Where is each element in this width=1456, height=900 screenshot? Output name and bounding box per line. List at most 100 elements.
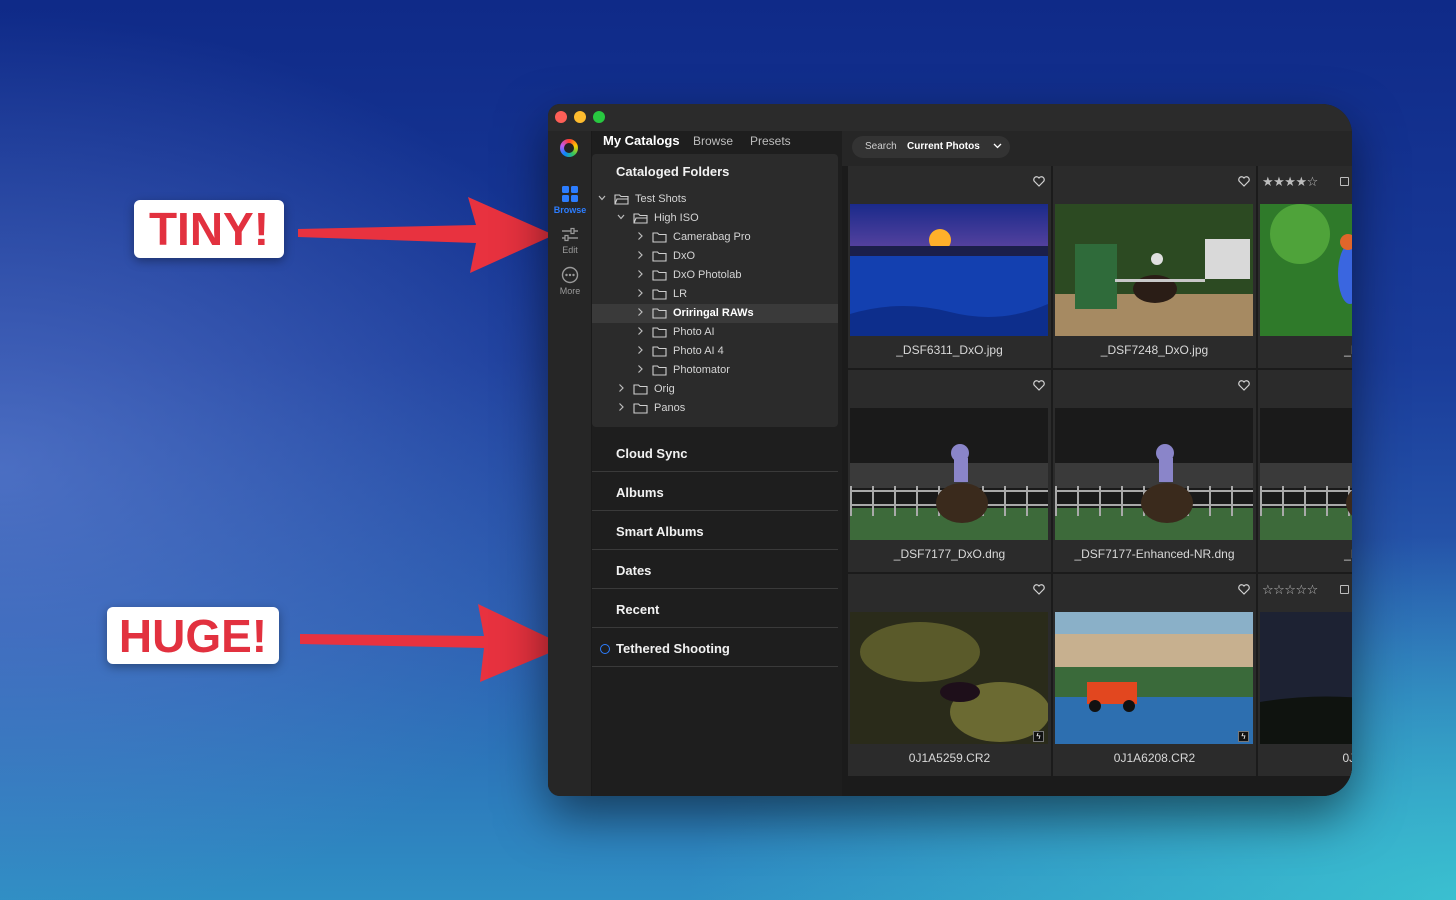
app-window: Browse Edit More My Catalogs Browse Pres… xyxy=(548,104,1352,796)
rail-browse-button[interactable]: Browse xyxy=(548,185,592,215)
star-rating[interactable]: ★★★★☆ xyxy=(1262,174,1318,190)
photo-browser: Search Current Photos _DSF6311_DxO.jpg _D… xyxy=(842,131,1352,796)
section-label: Cloud Sync xyxy=(616,446,688,461)
folder-tree-row[interactable]: Photomator xyxy=(592,361,838,380)
photo-cell[interactable]: ϟ 0J1A5259.CR2 xyxy=(848,574,1051,776)
photo-thumbnail[interactable] xyxy=(850,204,1048,336)
chevron-down-icon[interactable] xyxy=(617,212,625,222)
section-label: Smart Albums xyxy=(616,524,704,539)
photo-grid: _DSF6311_DxO.jpg _DSF7248_DxO.jpg ★★★★☆ _DS… xyxy=(842,166,1352,796)
photo-thumbnail[interactable] xyxy=(1055,204,1253,336)
section-recent[interactable]: Recent xyxy=(592,589,838,628)
search-scope-control[interactable]: Search Current Photos xyxy=(852,136,1010,158)
sidebar-tabs: My Catalogs Browse Presets xyxy=(592,131,842,153)
minimize-window-button[interactable] xyxy=(574,111,586,123)
chevron-right-icon[interactable] xyxy=(636,364,644,374)
folder-tree-row[interactable]: Test Shots xyxy=(592,190,838,209)
search-scope-value: Current Photos xyxy=(907,141,980,152)
folder-tree-label: LR xyxy=(673,288,688,300)
rail-more-label: More xyxy=(559,286,581,296)
heart-icon[interactable] xyxy=(1238,584,1250,595)
select-checkbox[interactable] xyxy=(1340,177,1349,186)
photo-thumbnail[interactable] xyxy=(1260,612,1352,744)
huge-callout: HUGE! xyxy=(107,607,279,664)
photo-filename: 0J1A6208.CR2 xyxy=(1113,751,1196,765)
tab-my-catalogs[interactable]: My Catalogs xyxy=(603,133,680,148)
tethered-status-icon xyxy=(600,644,610,654)
section-tethered-shooting[interactable]: Tethered Shooting xyxy=(592,628,838,667)
open-folder-icon xyxy=(614,194,629,205)
section-smart-albums[interactable]: Smart Albums xyxy=(592,511,838,550)
photo-thumbnail[interactable] xyxy=(850,408,1048,540)
photo-cell[interactable]: ☆☆☆☆☆ 0J1A6 xyxy=(1258,574,1352,776)
photo-thumbnail[interactable]: ϟ xyxy=(850,612,1048,744)
folder-tree-row[interactable]: Camerabag Pro xyxy=(592,228,838,247)
photo-cell[interactable]: _DSF xyxy=(1258,370,1352,572)
chevron-right-icon[interactable] xyxy=(636,231,644,241)
folder-tree-label: Photomator xyxy=(673,364,730,376)
photo-filename: _DSF7177_DxO.dng xyxy=(893,547,1006,561)
section-cloud-sync[interactable]: Cloud Sync xyxy=(592,433,838,472)
folder-tree-label: Photo AI 4 xyxy=(673,345,724,357)
tiny-arrow xyxy=(298,197,554,273)
photo-thumbnail[interactable] xyxy=(1260,408,1352,540)
folder-tree-row[interactable]: LR xyxy=(592,285,838,304)
star-rating[interactable]: ☆☆☆☆☆ xyxy=(1262,582,1318,598)
photo-cell[interactable]: _DSF7248_DxO.jpg xyxy=(1053,166,1256,368)
select-checkbox[interactable] xyxy=(1340,585,1349,594)
section-dates[interactable]: Dates xyxy=(592,550,838,589)
rail-more-button[interactable]: More xyxy=(548,266,592,296)
folder-tree-row[interactable]: DxO xyxy=(592,247,838,266)
folder-tree-row[interactable]: Panos xyxy=(592,399,838,418)
photo-filename: _DSF xyxy=(1344,343,1352,357)
folder-icon xyxy=(652,365,667,376)
photo-filename: _DSF6311_DxO.jpg xyxy=(896,343,1003,357)
heart-icon[interactable] xyxy=(1238,380,1250,391)
heart-icon[interactable] xyxy=(1033,584,1045,595)
zoom-window-button[interactable] xyxy=(593,111,605,123)
chevron-down-icon[interactable] xyxy=(598,193,606,203)
close-window-button[interactable] xyxy=(555,111,567,123)
folder-tree-row[interactable]: DxO Photolab xyxy=(592,266,838,285)
photo-cell[interactable]: ϟ 0J1A6208.CR2 xyxy=(1053,574,1256,776)
heart-icon[interactable] xyxy=(1033,380,1045,391)
heart-icon[interactable] xyxy=(1238,176,1250,187)
chevron-right-icon[interactable] xyxy=(617,383,625,393)
cataloged-folders-title[interactable]: Cataloged Folders xyxy=(616,164,729,179)
photo-thumbnail[interactable]: ϟ xyxy=(1055,612,1253,744)
heart-icon[interactable] xyxy=(1033,176,1045,187)
chevron-right-icon[interactable] xyxy=(636,307,644,317)
photo-cell[interactable]: _DSF6311_DxO.jpg xyxy=(848,166,1051,368)
folder-tree-row[interactable]: Oriringal RAWs xyxy=(592,304,838,323)
chevron-right-icon[interactable] xyxy=(636,345,644,355)
chevron-right-icon[interactable] xyxy=(636,288,644,298)
rail-edit-button[interactable]: Edit xyxy=(548,227,592,255)
folder-tree-label: Camerabag Pro xyxy=(673,231,751,243)
folder-tree-row[interactable]: Orig xyxy=(592,380,838,399)
chevron-right-icon[interactable] xyxy=(636,326,644,336)
folder-tree-row[interactable]: Photo AI 4 xyxy=(592,342,838,361)
photo-cell[interactable]: ★★★★☆ _DSF xyxy=(1258,166,1352,368)
chevron-right-icon[interactable] xyxy=(636,250,644,260)
tab-browse[interactable]: Browse xyxy=(693,134,733,148)
photo-cell[interactable]: _DSF7177_DxO.dng xyxy=(848,370,1051,572)
chevron-right-icon[interactable] xyxy=(636,269,644,279)
folder-icon xyxy=(652,346,667,357)
section-label: Recent xyxy=(616,602,660,617)
folder-tree-label: Oriringal RAWs xyxy=(673,307,754,319)
photo-thumbnail[interactable] xyxy=(1055,408,1253,540)
cataloged-folders-panel: Cataloged Folders Test Shots High ISO Came… xyxy=(592,154,838,427)
tab-presets[interactable]: Presets xyxy=(750,134,791,148)
photo-thumbnail[interactable] xyxy=(1260,204,1352,336)
folder-tree-row[interactable]: Photo AI xyxy=(592,323,838,342)
folder-tree-row[interactable]: High ISO xyxy=(592,209,838,228)
section-label: Tethered Shooting xyxy=(616,641,730,656)
chevron-right-icon[interactable] xyxy=(617,402,625,412)
tool-rail: Browse Edit More xyxy=(548,131,592,796)
folder-icon xyxy=(652,308,667,319)
photo-cell[interactable]: _DSF7177-Enhanced-NR.dng xyxy=(1053,370,1256,572)
section-albums[interactable]: Albums xyxy=(592,472,838,511)
app-logo-icon xyxy=(560,139,578,157)
sliders-icon xyxy=(562,227,578,242)
tiny-callout: TINY! xyxy=(134,200,284,258)
